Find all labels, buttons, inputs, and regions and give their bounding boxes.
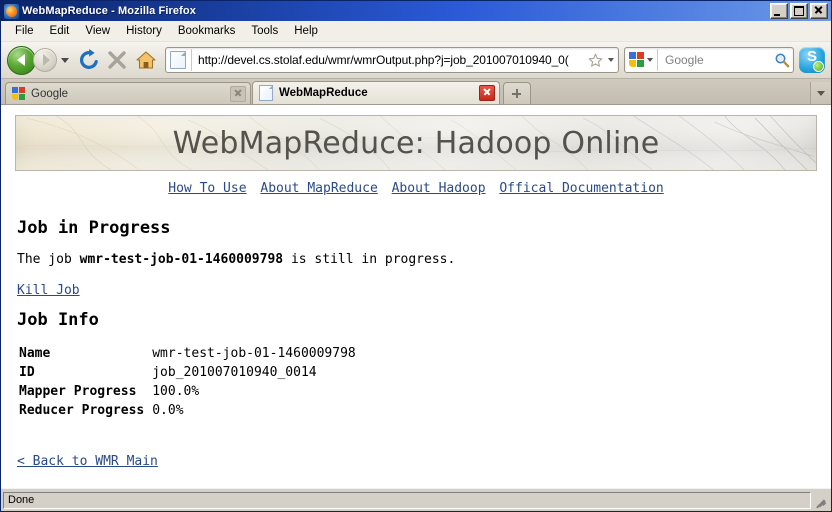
url-input[interactable]: http://devel.cs.stolaf.edu/wmr/wmrOutput…: [192, 53, 586, 67]
title-bar: WebMapReduce - Mozilla Firefox: [1, 1, 831, 21]
navigation-toolbar: http://devel.cs.stolaf.edu/wmr/wmrOutput…: [1, 42, 831, 79]
url-dropdown-icon[interactable]: [604, 58, 618, 62]
url-bar[interactable]: http://devel.cs.stolaf.edu/wmr/wmrOutput…: [165, 47, 619, 73]
kill-job-line: Kill Job: [17, 283, 815, 298]
magnifier-glyph: [775, 53, 790, 68]
stop-icon: [108, 51, 126, 69]
search-bar[interactable]: Google: [624, 47, 794, 73]
forward-arrow-icon: [42, 54, 50, 66]
kill-job-link[interactable]: Kill Job: [17, 283, 80, 298]
star-glyph: [588, 53, 602, 67]
job-info-label: ID: [19, 365, 35, 380]
close-window-button[interactable]: [810, 3, 828, 19]
job-info-label: Reducer Progress: [19, 403, 145, 418]
banner-title: WebMapReduce: Hadoop Online: [172, 125, 660, 161]
tab-bar: Google WebMapReduce: [1, 79, 831, 105]
tab-list-button[interactable]: [810, 82, 831, 104]
nav-link-how-to-use[interactable]: How To Use: [168, 181, 246, 196]
job-status-text: The job wmr-test-job-01-1460009798 is st…: [17, 252, 815, 267]
maximize-button[interactable]: [790, 3, 808, 19]
reload-icon: [80, 49, 98, 69]
job-info-label: Name: [19, 346, 51, 361]
back-link-line: < Back to WMR Main: [17, 450, 815, 469]
job-status-prefix: The job: [17, 252, 80, 267]
tab-label: Google: [31, 87, 69, 100]
job-info-value: 0.0%: [152, 403, 184, 418]
back-button[interactable]: [7, 45, 36, 75]
page-favicon-icon: [259, 85, 273, 101]
page-content: WebMapReduce: Hadoop Online How To Use A…: [1, 105, 831, 488]
nav-link-about-mapreduce[interactable]: About MapReduce: [260, 181, 377, 196]
back-forward-group: [7, 45, 74, 75]
page-favicon-icon: [170, 51, 186, 69]
search-engine-dropdown-icon[interactable]: [647, 58, 653, 62]
job-info-label: Mapper Progress: [19, 384, 137, 399]
table-row: Name wmr-test-job-01-1460009798: [17, 344, 356, 363]
stop-button[interactable]: [104, 47, 130, 73]
menu-item-bookmarks[interactable]: Bookmarks: [170, 23, 244, 39]
table-row: Mapper Progress 100.0%: [17, 382, 356, 401]
job-info-value: 100.0%: [152, 384, 200, 399]
job-status-suffix: is still in progress.: [283, 252, 456, 267]
search-input[interactable]: Google: [658, 53, 771, 67]
back-arrow-icon: [16, 54, 25, 66]
table-row: Reducer Progress 0.0%: [17, 401, 356, 420]
reload-button[interactable]: [76, 47, 102, 73]
menu-item-edit[interactable]: Edit: [42, 23, 78, 39]
google-logo-icon: [629, 52, 645, 68]
site-banner: WebMapReduce: Hadoop Online: [15, 115, 817, 171]
job-info-value: wmr-test-job-01-1460009798: [152, 346, 356, 361]
nav-link-offical-documentation[interactable]: Offical Documentation: [499, 181, 663, 196]
status-bar: Done: [1, 488, 831, 511]
minimize-button[interactable]: [770, 3, 788, 19]
menu-bar: File Edit View History Bookmarks Tools H…: [1, 21, 831, 42]
new-tab-button[interactable]: [503, 82, 531, 104]
status-panel: Done: [3, 491, 811, 509]
firefox-icon: [4, 3, 19, 19]
history-dropdown-icon[interactable]: [61, 57, 69, 63]
menu-item-history[interactable]: History: [118, 23, 170, 39]
bookmark-star-icon[interactable]: [586, 53, 604, 68]
resize-grip[interactable]: [814, 493, 828, 509]
nav-link-about-hadoop[interactable]: About Hadoop: [392, 181, 486, 196]
tab-google[interactable]: Google: [5, 82, 251, 104]
job-info-value: job_201007010940_0014: [152, 365, 317, 380]
job-info-heading: Job Info: [17, 310, 99, 330]
site-nav-links: How To Use About MapReduce About Hadoop …: [1, 181, 831, 196]
status-text: Done: [8, 494, 35, 506]
home-button[interactable]: [133, 47, 159, 73]
table-row: ID job_201007010940_0014: [17, 363, 356, 382]
back-to-wmr-main-link[interactable]: < Back to WMR Main: [17, 454, 158, 469]
skype-icon[interactable]: [799, 47, 825, 73]
tab-close-icon[interactable]: [230, 85, 246, 102]
tab-webmapreduce[interactable]: WebMapReduce: [252, 81, 500, 104]
page-title: Job in Progress: [17, 218, 171, 238]
search-icon[interactable]: [771, 52, 793, 68]
tab-close-icon[interactable]: [479, 85, 495, 101]
page-main: Job in Progress The job wmr-test-job-01-…: [1, 196, 831, 469]
forward-button: [33, 48, 57, 72]
window-controls: [770, 3, 829, 19]
tab-label: WebMapReduce: [279, 87, 368, 99]
browser-window: WebMapReduce - Mozilla Firefox File Edit…: [0, 0, 832, 512]
google-favicon-icon: [12, 86, 26, 101]
menu-item-file[interactable]: File: [7, 23, 42, 39]
menu-item-help[interactable]: Help: [286, 23, 326, 39]
window-title: WebMapReduce - Mozilla Firefox: [22, 5, 196, 17]
menu-item-tools[interactable]: Tools: [243, 23, 286, 39]
job-status-name: wmr-test-job-01-1460009798: [79, 252, 284, 267]
job-info-table: Name wmr-test-job-01-1460009798 ID job_2…: [17, 344, 356, 420]
home-icon: [136, 51, 156, 69]
menu-item-view[interactable]: View: [77, 23, 118, 39]
